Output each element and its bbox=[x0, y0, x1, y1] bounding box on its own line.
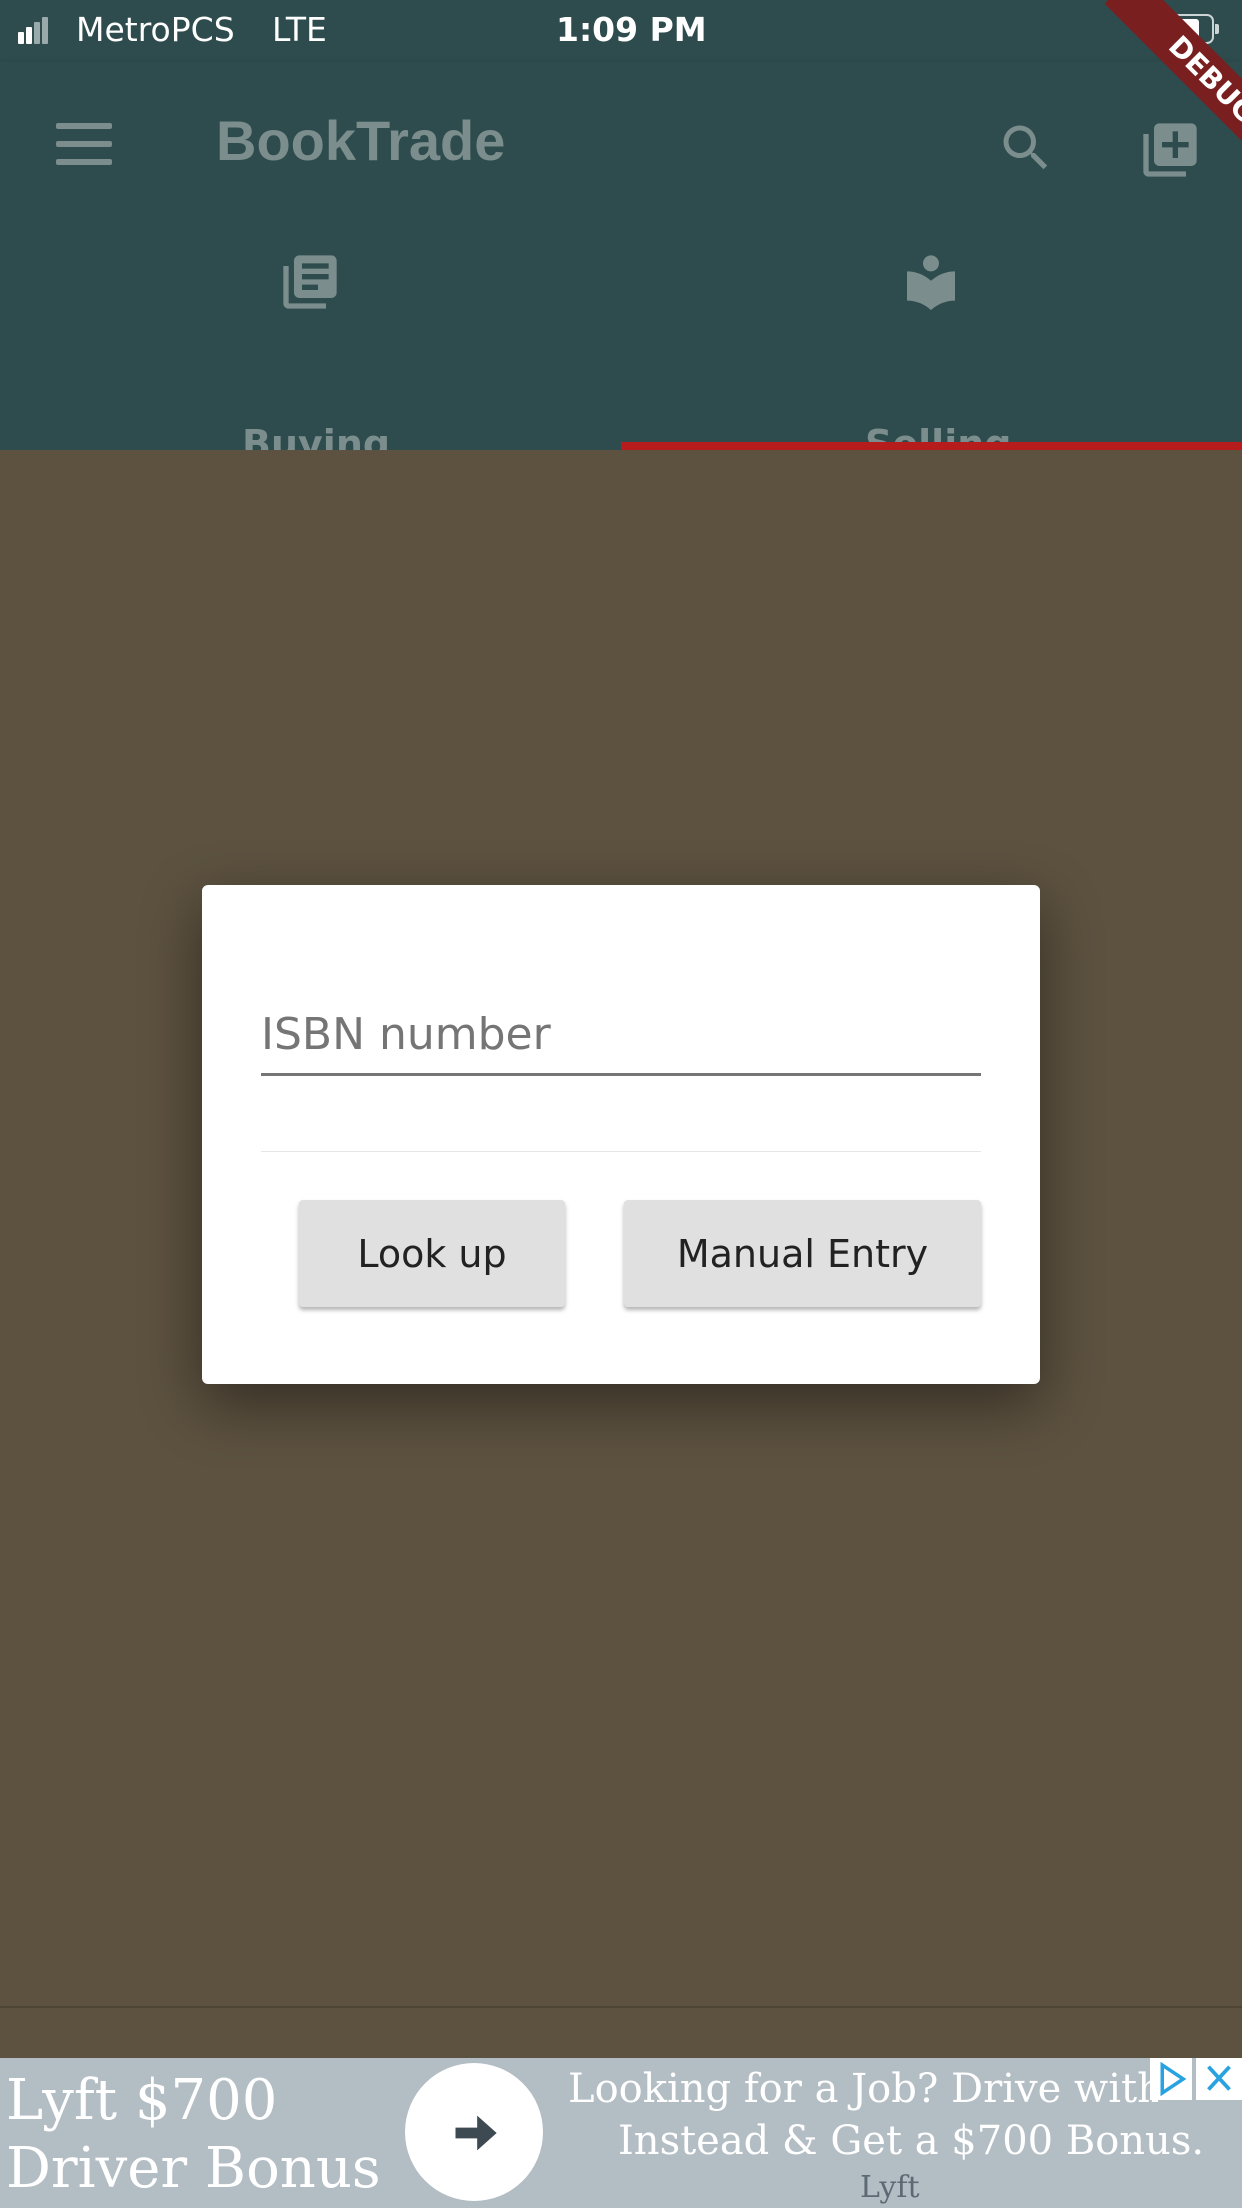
local-library-icon bbox=[899, 250, 963, 314]
app-title: BookTrade bbox=[216, 109, 506, 172]
debug-label: DEBUG bbox=[1161, 29, 1242, 131]
look-up-button[interactable]: Look up bbox=[299, 1200, 565, 1307]
network-type: LTE bbox=[272, 10, 327, 49]
tab-buying[interactable]: Buying bbox=[0, 250, 621, 466]
arrow-right-icon bbox=[449, 2107, 501, 2159]
ad-left-text-1: Lyft $700 bbox=[6, 2068, 278, 2133]
app-bar: BookTrade DEBUG Buying Selling bbox=[0, 0, 1242, 466]
library-books-icon bbox=[278, 250, 342, 314]
menu-icon[interactable] bbox=[56, 123, 112, 165]
ad-arrow-button[interactable] bbox=[405, 2063, 543, 2201]
signal-strength-icon bbox=[18, 16, 48, 44]
search-icon[interactable] bbox=[996, 118, 1056, 178]
ad-banner[interactable]: Lyft $700 Driver Bonus Looking for a Job… bbox=[0, 2058, 1242, 2208]
status-time: 1:09 PM bbox=[556, 10, 707, 49]
dialog-divider bbox=[261, 1151, 981, 1152]
tab-selling[interactable]: Selling bbox=[621, 250, 1242, 466]
debug-banner: DEBUG bbox=[1062, 0, 1242, 180]
manual-entry-button[interactable]: Manual Entry bbox=[624, 1200, 981, 1307]
isbn-input[interactable] bbox=[261, 995, 981, 1076]
bottom-divider bbox=[0, 2006, 1242, 2008]
ad-advertiser: Lyft bbox=[860, 2170, 920, 2205]
ad-left-text-2: Driver Bonus bbox=[6, 2136, 381, 2201]
isbn-dialog: Look up Manual Entry bbox=[202, 885, 1040, 1384]
ad-right-text-2: Instead & Get a $700 Bonus. bbox=[618, 2118, 1205, 2164]
tab-indicator bbox=[621, 442, 1242, 450]
ad-right-text-1: Looking for a Job? Drive with Ly bbox=[568, 2066, 1158, 2112]
ad-close-icon[interactable] bbox=[1196, 2058, 1242, 2100]
carrier-name: MetroPCS bbox=[76, 10, 235, 49]
status-bar: MetroPCS LTE 1:09 PM bbox=[0, 0, 1242, 62]
adchoices-icon[interactable] bbox=[1150, 2058, 1192, 2100]
